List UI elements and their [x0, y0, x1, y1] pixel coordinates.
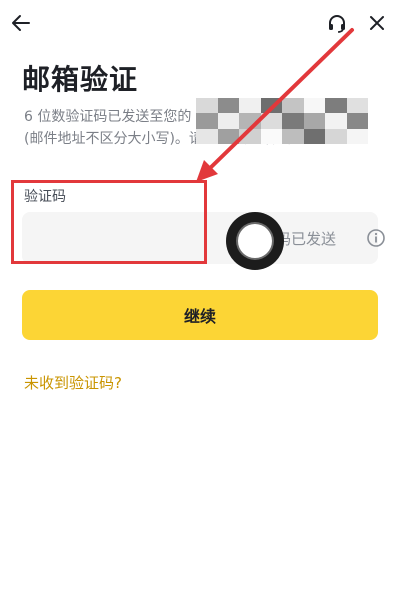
continue-button[interactable]: 继续	[22, 290, 378, 340]
touch-indicator-center	[238, 224, 272, 258]
touch-indicator	[226, 212, 284, 270]
no-code-link[interactable]: 未收到验证码?	[24, 372, 122, 393]
